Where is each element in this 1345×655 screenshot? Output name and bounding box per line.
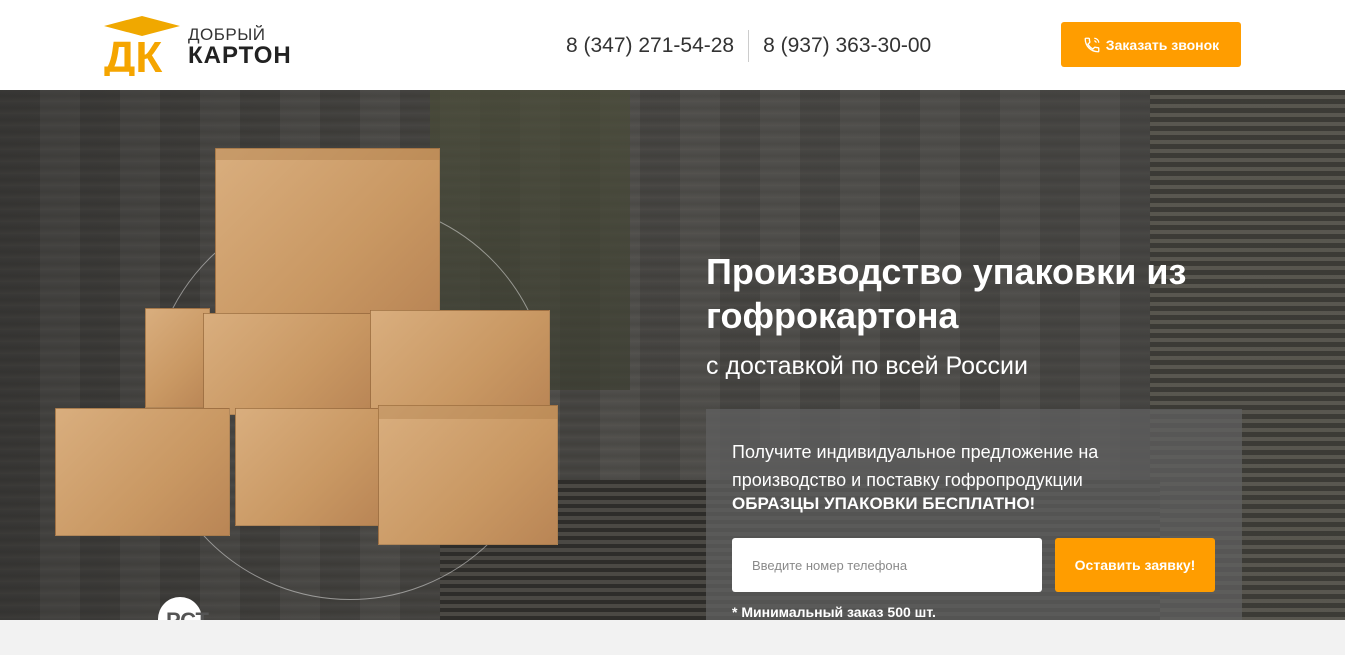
phone-number-1[interactable]: 8 (347) 271-54-28	[566, 34, 734, 58]
header-phones: 8 (347) 271-54-28 8 (937) 363-30-00	[566, 30, 931, 62]
logo-letters: ДК	[104, 33, 162, 76]
offer-text: Получите индивидуальное предложение на п…	[732, 442, 1099, 490]
hero-section: РСТ Производство упаковки из гофрокартон…	[0, 90, 1345, 620]
hero-subtitle: с доставкой по всей России	[706, 352, 1028, 380]
hero-title: Производство упаковки из гофрокартона	[706, 251, 1187, 336]
certification-mark: РСТ	[158, 597, 209, 620]
submit-request-label: Оставить заявку!	[1074, 557, 1196, 573]
callback-button[interactable]: Заказать звонок	[1061, 22, 1241, 67]
min-order-note: * Минимальный заказ 500 шт.	[732, 604, 936, 620]
certification-mark-text: РСТ	[166, 608, 209, 620]
phone-input[interactable]	[732, 538, 1042, 592]
callback-button-label: Заказать звонок	[1105, 36, 1220, 53]
phone-divider	[748, 30, 750, 62]
submit-request-button[interactable]: Оставить заявку!	[1055, 538, 1215, 592]
offer-form-panel: Получите индивидуальное предложение на п…	[706, 409, 1242, 620]
logo-text-line2: КАРТОН	[188, 42, 292, 69]
phone-number-2[interactable]: 8 (937) 363-30-00	[763, 34, 931, 58]
site-header: ДК ДОБРЫЙ КАРТОН 8 (347) 271-54-28 8 (93…	[0, 0, 1345, 90]
phone-icon	[1084, 37, 1100, 52]
free-samples-note: ОБРАЗЦЫ УПАКОВКИ БЕСПЛАТНО!	[732, 494, 1036, 513]
